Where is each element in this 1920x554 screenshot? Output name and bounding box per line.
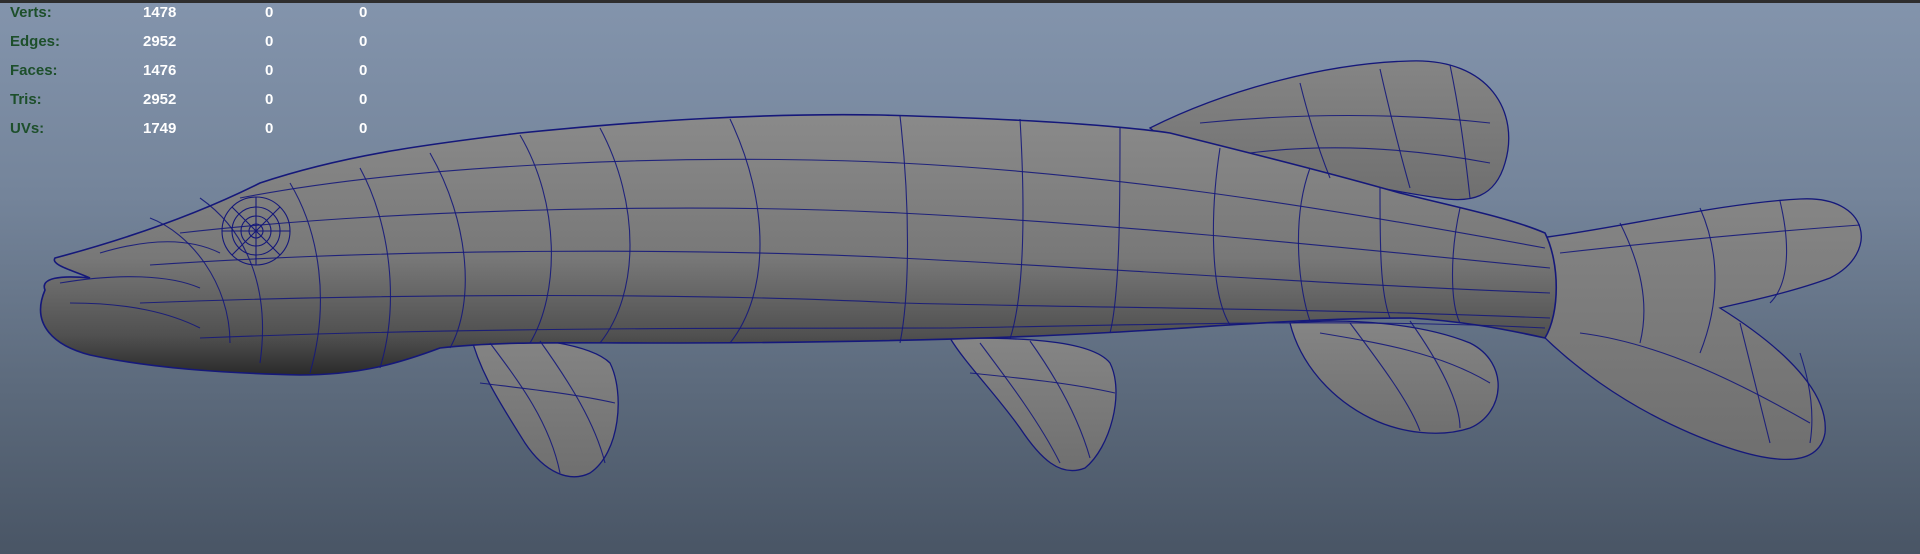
pelvic-fin [948, 337, 1117, 472]
hud-value: 0 [359, 120, 368, 137]
hud-value: 2952 [143, 91, 177, 108]
hud-value: 0 [359, 62, 368, 79]
hud-label: Verts: [10, 4, 52, 21]
eye-mesh [221, 196, 291, 266]
hud-label: UVs: [10, 120, 45, 137]
hud-value: 0 [265, 33, 274, 50]
hud-value: 0 [359, 91, 368, 108]
hud-value: 0 [265, 62, 274, 79]
pectoral-fin [469, 332, 619, 478]
tail-fin [1539, 198, 1862, 460]
hud-value: 1749 [143, 120, 177, 137]
hud-value: 0 [265, 4, 274, 21]
hud-value: 1478 [143, 4, 177, 21]
hud-value: 2952 [143, 33, 177, 50]
hud-value: 0 [359, 4, 368, 21]
pike-fish-mesh[interactable] [0, 3, 1920, 554]
hud-label: Tris: [10, 91, 42, 108]
hud-value: 0 [359, 33, 368, 50]
maya-viewport[interactable]: Verts: 1478 0 0 Edges: 2952 0 0 Faces: 1… [0, 0, 1920, 554]
hud-label: Faces: [10, 62, 58, 79]
hud-label: Edges: [10, 33, 61, 50]
hud-value: 1476 [143, 62, 177, 79]
anal-fin [1289, 320, 1499, 434]
hud-value: 0 [265, 120, 274, 137]
hud-value: 0 [265, 91, 274, 108]
